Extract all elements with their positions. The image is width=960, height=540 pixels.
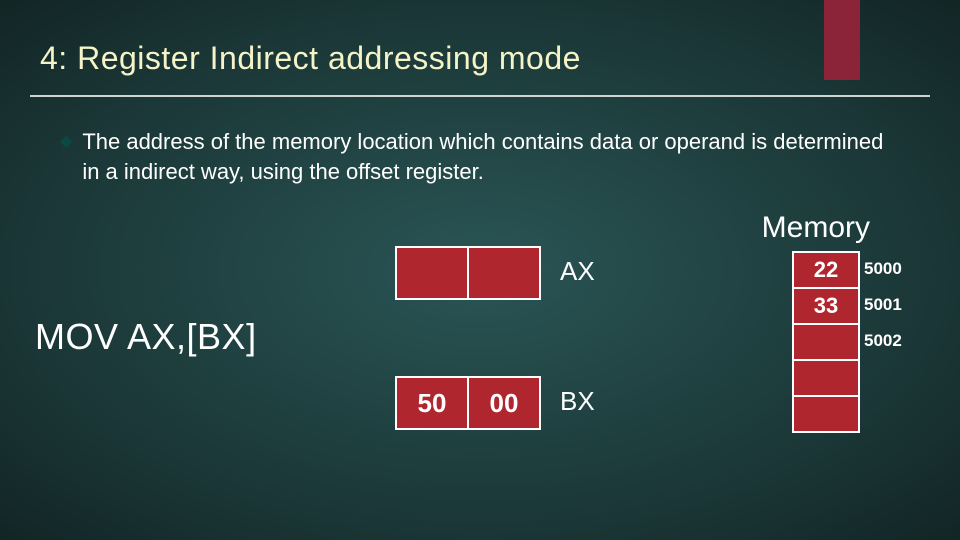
memory-label: Memory — [762, 211, 870, 245]
register-ax-box — [395, 246, 541, 300]
memory-addr: 5001 — [864, 295, 924, 315]
memory-addr: 5000 — [864, 259, 924, 279]
register-ax-lo — [469, 248, 539, 298]
memory-row: 5002 — [794, 325, 858, 361]
register-bx-lo: 00 — [469, 378, 539, 428]
memory-addr: 5002 — [864, 331, 924, 351]
bullet-row: ◆ The address of the memory location whi… — [0, 97, 960, 186]
memory-cell: 22 — [794, 253, 858, 289]
diagram: Memory 22 5000 33 5001 5002 AX MOV AX,[B… — [0, 186, 960, 506]
memory-row — [794, 397, 858, 433]
memory-cell — [794, 325, 858, 361]
register-ax-label: AX — [560, 256, 595, 287]
page-title: 4: Register Indirect addressing mode — [0, 0, 960, 87]
bullet-text: The address of the memory location which… — [82, 127, 902, 186]
register-ax-hi — [397, 248, 467, 298]
instruction: MOV AX,[BX] — [35, 316, 257, 358]
memory-cell: 33 — [794, 289, 858, 325]
register-bx-label: BX — [560, 386, 595, 417]
memory-table: 22 5000 33 5001 5002 — [792, 251, 860, 433]
bullet-icon: ◆ — [60, 131, 72, 151]
memory-row: 33 5001 — [794, 289, 858, 325]
memory-cell — [794, 361, 858, 397]
accent-tab — [824, 0, 860, 80]
memory-row — [794, 361, 858, 397]
register-bx-hi: 50 — [397, 378, 467, 428]
memory-row: 22 5000 — [794, 253, 858, 289]
register-bx-box: 50 00 — [395, 376, 541, 430]
memory-cell — [794, 397, 858, 433]
